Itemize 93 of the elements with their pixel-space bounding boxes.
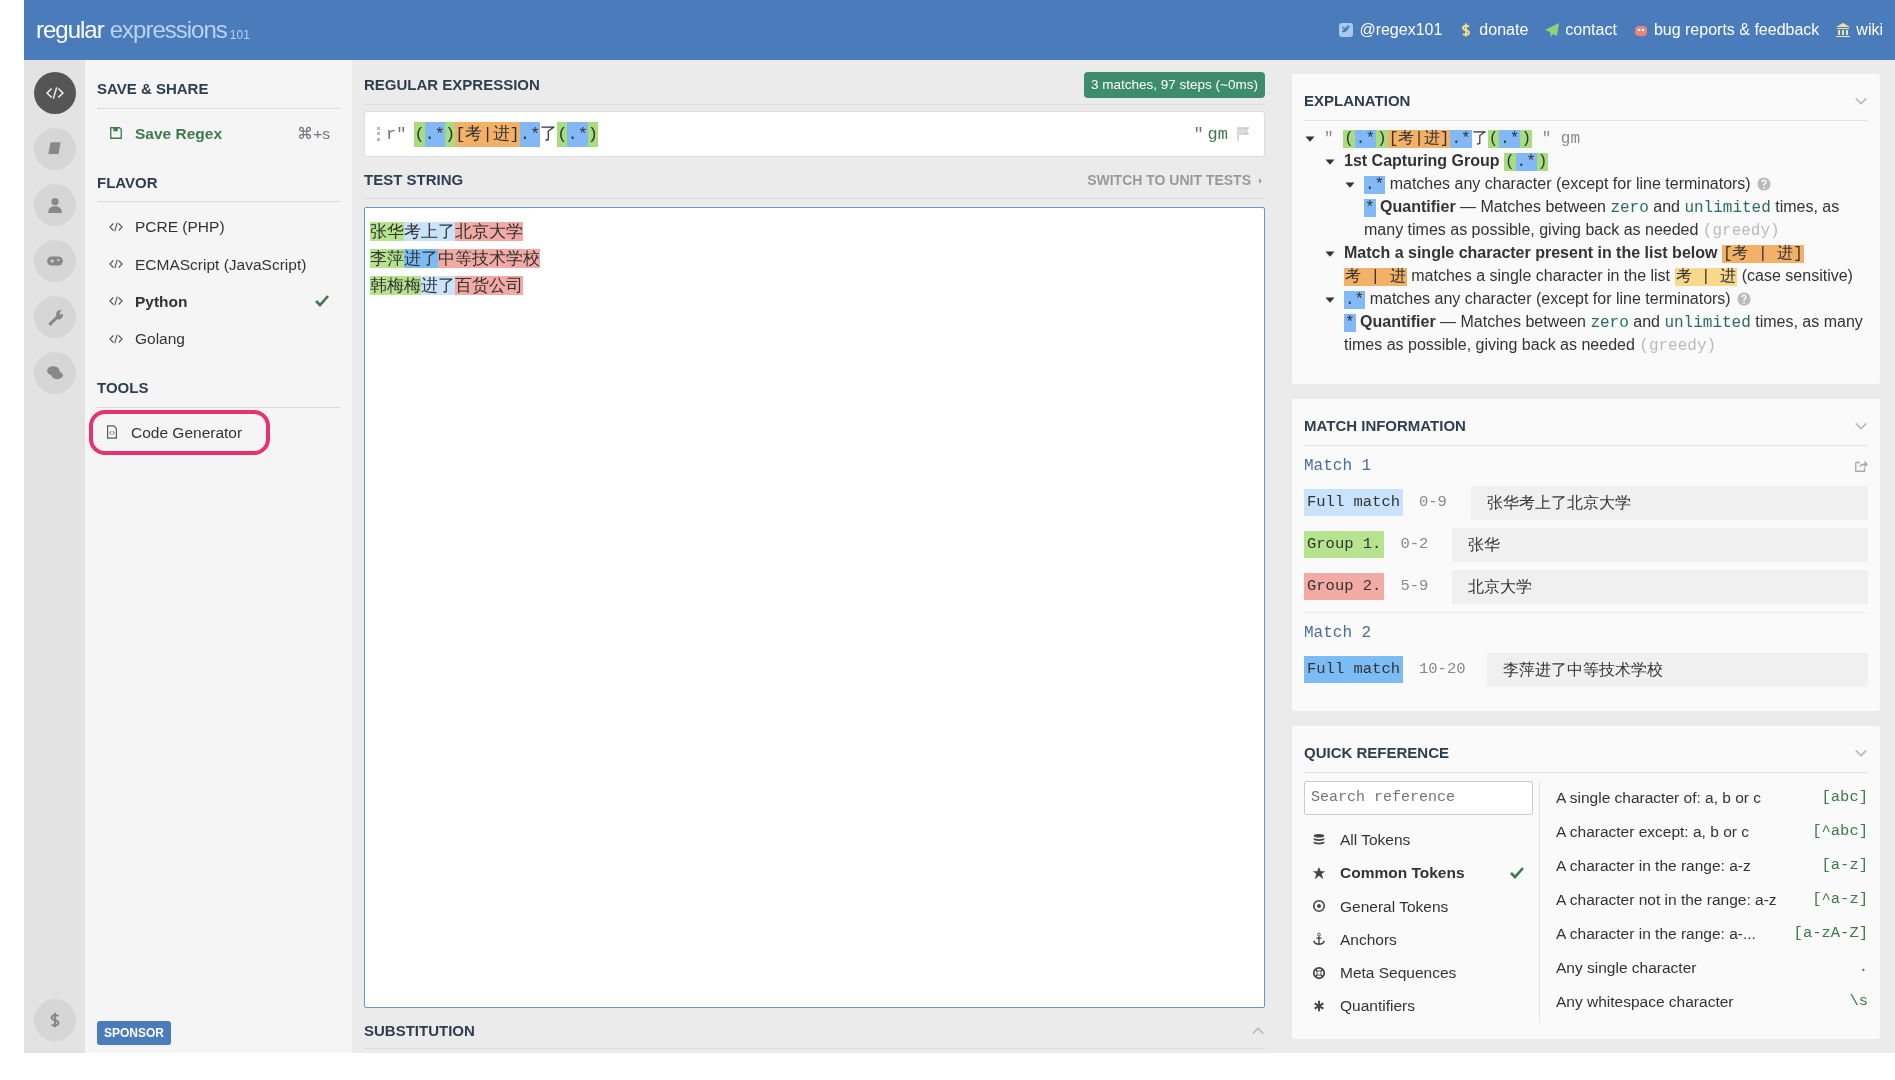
- sidebar-item[interactable]: Python: [97, 282, 340, 320]
- logo-version: 101: [229, 27, 250, 44]
- header-link[interactable]: @regex101: [1338, 18, 1443, 42]
- star-icon: [1312, 865, 1326, 880]
- sidebar-item[interactable]: Golang: [97, 320, 340, 358]
- token-description: A character in the range: a-...: [1556, 923, 1756, 944]
- search-field[interactable]: Search reference: [1304, 780, 1533, 815]
- category-item[interactable]: Quantifiers: [1304, 989, 1533, 1023]
- match-range: 0-2: [1400, 533, 1430, 555]
- sponsor-badge: SPONSOR: [97, 1021, 171, 1045]
- explanation-text: .* matches any character (except for line terminators): [1364, 172, 1868, 196]
- code-icon: [45, 84, 64, 102]
- shortcut-hint: ⌘+s: [297, 123, 330, 144]
- explanation-text: Match a single character present in the list below [考 | 进]: [1344, 242, 1805, 265]
- sidebar-tab[interactable]: [33, 128, 76, 170]
- match-value: 张华考上了北京大学: [1471, 485, 1868, 520]
- explanation-text: * Quantifier — Matches between zero and unlimited times, as many times as possible, giving back as needed (greedy): [1344, 311, 1864, 357]
- token-code: [^abc]: [1812, 820, 1868, 842]
- header-link[interactable]: bug reports & feedback: [1632, 18, 1820, 42]
- match-label: Group 1.: [1304, 530, 1385, 559]
- regex-flags[interactable]: gm: [1207, 121, 1228, 147]
- sponsor-tab[interactable]: [33, 999, 76, 1041]
- section-heading: FLAVOR: [97, 167, 340, 203]
- lifebuoy-icon: [1312, 965, 1326, 980]
- category-item[interactable]: Common Tokens: [1304, 856, 1533, 890]
- token-description: A single character of: a, b or c: [1556, 787, 1762, 808]
- match-range: 10-20: [1419, 658, 1467, 680]
- token-description: A character except: a, b or c: [1556, 821, 1749, 842]
- section-heading: TEST STRING: [364, 170, 464, 191]
- flag-icon: [1236, 126, 1252, 143]
- section-heading: REGULAR EXPRESSION: [364, 74, 540, 95]
- match-label: Full match: [1304, 655, 1403, 684]
- category-item[interactable]: Meta Sequences: [1304, 956, 1533, 990]
- sidebar-item[interactable]: PCRE (PHP): [97, 208, 340, 246]
- match-status: 3 matches, 97 steps (~0ms): [1084, 72, 1265, 99]
- match-title: Match 2: [1304, 622, 1372, 644]
- sidebar-item[interactable]: Code Generator: [93, 413, 267, 451]
- match-title: Match 1: [1304, 455, 1372, 477]
- explanation-text: .* matches any character (except for line terminators): [1344, 287, 1868, 311]
- token-code: [^a-z]: [1812, 888, 1868, 910]
- token-description: Any single character: [1556, 957, 1697, 978]
- match-label: Group 2.: [1304, 572, 1385, 601]
- section-heading: SUBSTITUTION: [364, 1020, 475, 1041]
- target-icon: [1312, 899, 1326, 914]
- regex-field[interactable]: r" (.*)[考|进].*了(.*) " gm: [364, 111, 1265, 158]
- bank-icon: [1835, 22, 1852, 38]
- explanation-text: " (.*)[考|进].*了(.*) " gm: [1324, 127, 1582, 150]
- sidebar-tab[interactable]: [33, 240, 76, 282]
- user-icon: [45, 196, 64, 214]
- token-code: [abc]: [1821, 786, 1868, 808]
- file-icon: [105, 425, 119, 440]
- sidebar-tab[interactable]: [33, 184, 76, 226]
- sidebar-tab[interactable]: [33, 72, 76, 114]
- explanation-text: 考 | 进 matches a single character in the list 考 | 进 (case sensitive): [1344, 265, 1854, 288]
- section-heading: MATCH INFORMATION: [1304, 416, 1466, 436]
- bird-icon: [1338, 22, 1355, 38]
- section-heading: QUICK REFERENCE: [1304, 743, 1449, 763]
- match-value: 张华: [1452, 527, 1868, 562]
- logo-text: regular: [36, 15, 104, 45]
- explanation-text: * Quantifier — Matches between zero and unlimited times, as many times as possible, giving back as needed (greedy): [1364, 196, 1841, 242]
- sidebar-tab[interactable]: [33, 352, 76, 394]
- test-string-field[interactable]: 张华考上了北京大学 李萍进了中等技术学校 韩梅梅进了百货公司: [364, 206, 1265, 1008]
- paper-plane-icon: [1544, 22, 1561, 38]
- explanation-text: 1st Capturing Group (.*): [1344, 150, 1550, 173]
- header-link[interactable]: donate: [1458, 18, 1529, 42]
- section-heading: EXPLANATION: [1304, 91, 1411, 111]
- sidebar-tab[interactable]: [33, 296, 76, 338]
- token-description: A character not in the range: a-z: [1556, 889, 1777, 910]
- match-value: 李萍进了中等技术学校: [1487, 652, 1868, 687]
- token-description: A character in the range: a-z: [1556, 855, 1751, 876]
- match-value: 北京大学: [1452, 569, 1868, 604]
- asterisk-icon: [1312, 998, 1326, 1013]
- token-code: \s: [1849, 990, 1868, 1012]
- sidebar-item[interactable]: ECMAScript (JavaScript): [97, 245, 340, 283]
- match-label: Full match: [1304, 488, 1403, 517]
- section-heading: TOOLS: [97, 373, 340, 408]
- token-code: [a-zA-Z]: [1793, 922, 1868, 944]
- section-heading: SAVE & SHARE: [97, 74, 340, 109]
- token-description: Any whitespace character: [1556, 991, 1734, 1012]
- token-code: .: [1858, 956, 1868, 978]
- token-code: [a-z]: [1821, 854, 1868, 876]
- category-item[interactable]: Anchors: [1304, 922, 1533, 956]
- header-link[interactable]: wiki: [1835, 18, 1883, 42]
- match-range: 0-9: [1419, 491, 1448, 513]
- match-range: 5-9: [1400, 575, 1430, 597]
- database-icon: [1312, 832, 1326, 847]
- category-item[interactable]: All Tokens: [1304, 823, 1533, 857]
- anchor-icon: [1312, 932, 1326, 947]
- header-link[interactable]: contact: [1544, 18, 1617, 42]
- chat-icon: [45, 364, 64, 382]
- logo-text: expressions: [109, 15, 227, 45]
- category-item[interactable]: General Tokens: [1304, 889, 1533, 923]
- sidebar-item[interactable]: Save Regex ⌘+s: [97, 114, 340, 152]
